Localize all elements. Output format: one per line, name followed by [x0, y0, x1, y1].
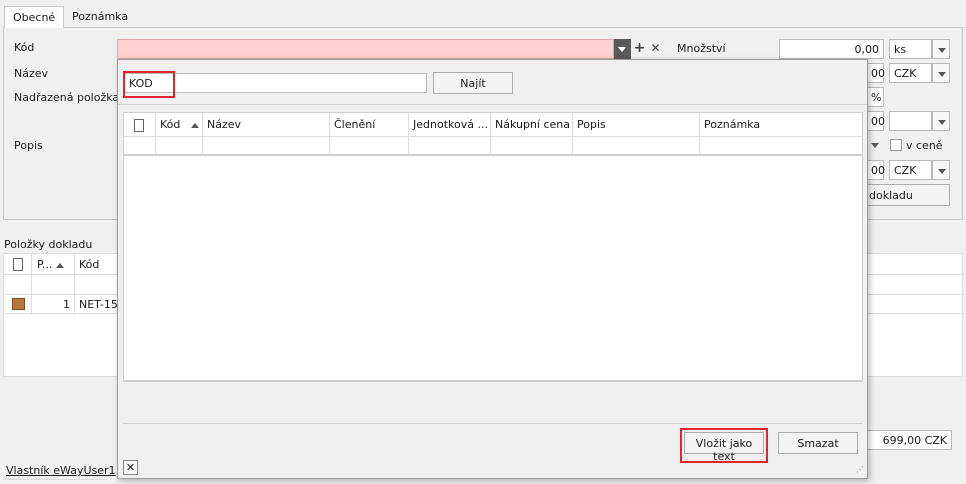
v-cene-checkbox[interactable] — [890, 139, 902, 151]
lookup-grid: Kód Název Členění Jednotková ... Nákupní… — [123, 112, 863, 382]
row-number: 1 — [63, 298, 70, 311]
partial-value-2[interactable]: 00 — [866, 111, 885, 131]
lookup-grid-header: Kód Název Členění Jednotková ... Nákupní… — [124, 113, 862, 137]
unit-select[interactable]: ks — [889, 39, 932, 59]
product-box-icon — [12, 298, 25, 310]
nadrazena-polozka-label: Nadřazená položka — [14, 91, 120, 104]
lookup-popup: KOD Najít Kód Název Členění Jednotková .… — [117, 59, 868, 479]
col-nakupni-cena[interactable]: Nákupní cena — [491, 113, 573, 137]
col-kod[interactable]: Kód — [156, 113, 203, 137]
tab-obecne[interactable]: Obecné — [4, 6, 65, 28]
delete-button[interactable]: Smazat — [778, 432, 858, 454]
chevron-down-icon[interactable] — [866, 135, 884, 155]
currency-1-dropdown-icon[interactable] — [932, 63, 950, 83]
lookup-filter-row[interactable] — [124, 137, 862, 156]
partial-value-1[interactable]: 00 — [866, 63, 885, 83]
document-icon — [13, 258, 23, 271]
search-highlight — [123, 71, 175, 98]
kod-input[interactable] — [117, 39, 614, 59]
field-dropdown-icon[interactable] — [932, 111, 950, 131]
popis-label: Popis — [14, 139, 43, 152]
kod-label: Kód — [14, 41, 35, 54]
currency-select-2[interactable]: CZK — [889, 160, 932, 180]
nazev-label: Název — [14, 67, 49, 80]
add-icon[interactable]: + — [632, 39, 647, 59]
insert-highlight — [680, 428, 768, 463]
partial-percent[interactable]: % — [866, 87, 884, 107]
close-icon[interactable]: ✕ — [123, 460, 138, 475]
document-icon — [134, 119, 144, 132]
kod-dropdown-button[interactable] — [614, 39, 631, 59]
sort-ascending-icon — [190, 122, 199, 128]
v-cene-label: v ceně — [906, 139, 943, 152]
partial-value-3[interactable]: 00 — [866, 160, 885, 180]
find-button[interactable]: Najít — [433, 72, 513, 94]
unit-dropdown-icon[interactable] — [932, 39, 950, 59]
sort-ascending-icon — [55, 262, 64, 268]
clear-icon[interactable]: ✕ — [648, 39, 663, 59]
col-nazev[interactable]: Název — [203, 113, 330, 137]
currency-select-1[interactable]: CZK — [889, 63, 932, 83]
col-p-header[interactable]: P... — [37, 258, 64, 271]
mnozstvi-input[interactable]: 0,00 — [779, 39, 884, 59]
owner-link[interactable]: Vlastník eWayUser1 — [6, 464, 116, 477]
mnozstvi-label: Množství — [677, 42, 726, 55]
items-title: Položky dokladu — [4, 238, 93, 251]
resize-grip-icon[interactable]: ⋰ — [856, 466, 866, 476]
col-poznamka[interactable]: Poznámka — [700, 113, 862, 137]
total-value: 699,00 CZK — [866, 430, 952, 450]
field-select[interactable] — [889, 111, 932, 131]
currency-2-dropdown-icon[interactable] — [932, 160, 950, 180]
col-kod-header[interactable]: Kód — [79, 258, 99, 271]
tab-poznamka[interactable]: Poznámka — [64, 6, 136, 28]
col-jednotkova[interactable]: Jednotková ... — [409, 113, 491, 137]
col-popis[interactable]: Popis — [573, 113, 700, 137]
col-cleneni[interactable]: Členění — [330, 113, 409, 137]
